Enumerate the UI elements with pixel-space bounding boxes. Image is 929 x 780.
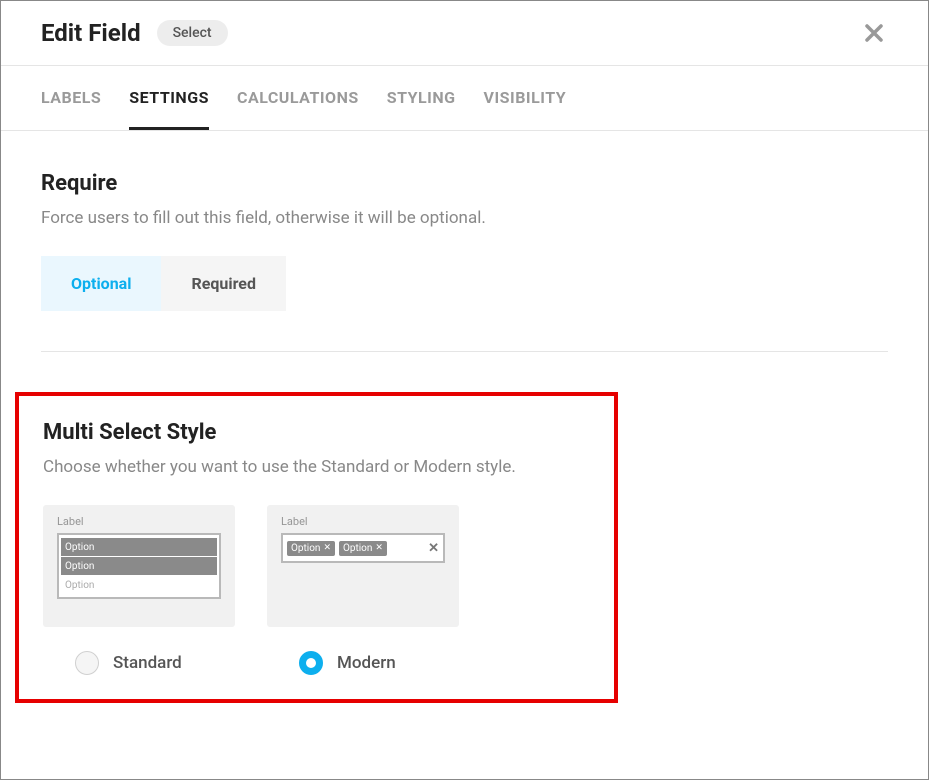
preview-label: Label xyxy=(57,515,221,528)
optional-button[interactable]: Optional xyxy=(41,256,161,311)
chip-remove-icon: ✕ xyxy=(375,543,383,553)
require-toggle-group: Optional Required xyxy=(41,256,888,311)
tab-visibility[interactable]: VISIBILITY xyxy=(484,66,567,130)
close-icon xyxy=(864,23,884,43)
standard-listbox-preview: Option Option Option xyxy=(57,533,221,599)
required-button[interactable]: Required xyxy=(161,256,285,311)
require-description: Force users to fill out this field, othe… xyxy=(41,208,888,228)
require-heading: Require xyxy=(41,171,888,196)
clear-all-icon: ✕ xyxy=(428,541,439,556)
tab-calculations[interactable]: CALCULATIONS xyxy=(237,66,359,130)
preview-chip: Option✕ xyxy=(339,541,387,556)
tab-settings[interactable]: SETTINGS xyxy=(129,66,209,130)
tab-labels[interactable]: LABELS xyxy=(41,66,101,130)
tab-bar: LABELS SETTINGS CALCULATIONS STYLING VIS… xyxy=(1,66,928,131)
radio-standard[interactable]: Standard xyxy=(43,651,235,675)
field-type-badge: Select xyxy=(157,20,228,46)
modern-chipbox-preview: Option✕ Option✕ ✕ xyxy=(281,533,445,563)
radio-modern-label: Modern xyxy=(337,653,396,673)
radio-modern[interactable]: Modern xyxy=(267,651,459,675)
modern-preview-card[interactable]: Label Option✕ Option✕ ✕ xyxy=(267,505,459,627)
preview-option-selected: Option xyxy=(61,557,217,575)
radio-icon xyxy=(75,651,99,675)
style-preview-row: Label Option Option Option Label Option✕… xyxy=(43,505,590,627)
preview-option-selected: Option xyxy=(61,538,217,556)
edit-field-dialog: Edit Field Select LABELS SETTINGS CALCUL… xyxy=(0,0,929,780)
radio-standard-label: Standard xyxy=(113,653,182,673)
settings-panel: Require Force users to fill out this fie… xyxy=(1,131,928,703)
radio-icon-selected xyxy=(299,651,323,675)
tab-styling[interactable]: STYLING xyxy=(387,66,456,130)
section-divider xyxy=(41,351,888,352)
multi-select-heading: Multi Select Style xyxy=(43,420,590,445)
multi-select-description: Choose whether you want to use the Stand… xyxy=(43,457,590,477)
standard-preview-card[interactable]: Label Option Option Option xyxy=(43,505,235,627)
preview-label: Label xyxy=(281,515,445,528)
multi-select-style-section: Multi Select Style Choose whether you wa… xyxy=(15,392,618,703)
dialog-header: Edit Field Select xyxy=(1,1,928,66)
preview-option: Option xyxy=(61,576,217,594)
dialog-title: Edit Field xyxy=(41,19,141,47)
chip-remove-icon: ✕ xyxy=(323,543,331,553)
preview-chip: Option✕ xyxy=(287,541,335,556)
style-radio-group: Standard Modern xyxy=(43,651,590,675)
close-button[interactable] xyxy=(860,19,888,47)
